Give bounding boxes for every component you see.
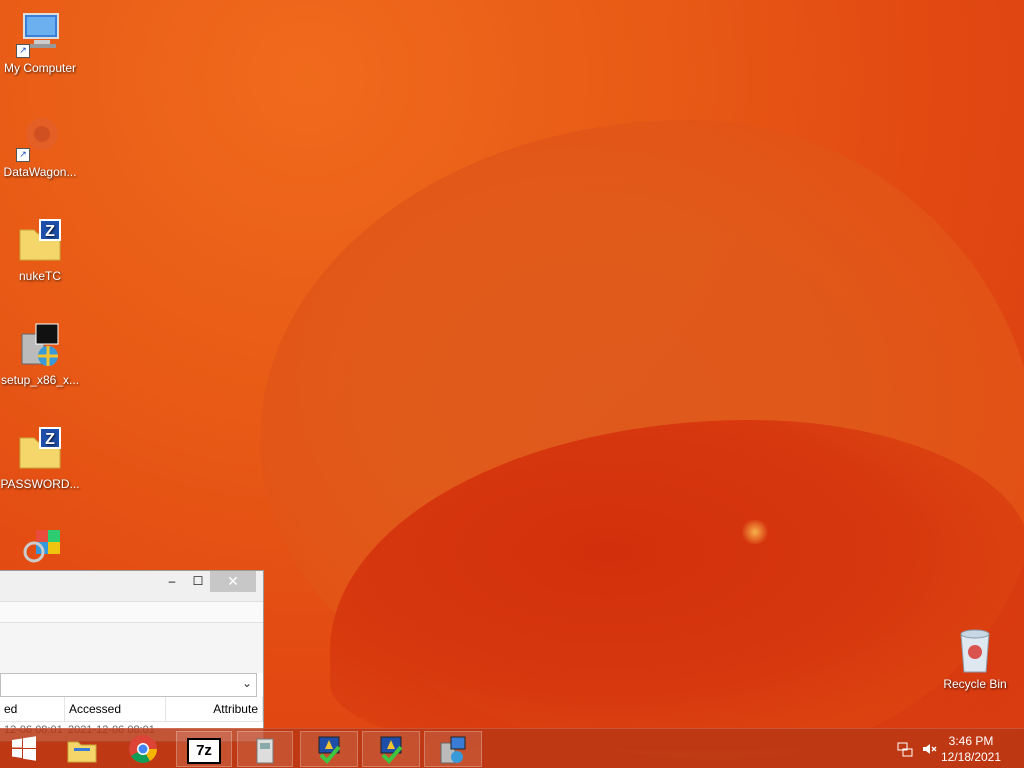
window-toolbar [0, 601, 263, 623]
clock-date: 12/18/2021 [940, 750, 1002, 764]
chrome-icon [129, 735, 157, 763]
desktop-icon-my-computer[interactable]: ↗ My Computer [0, 10, 80, 75]
network-icon[interactable] [897, 741, 917, 768]
chevron-down-icon[interactable]: ⌄ [242, 676, 252, 690]
desktop-icon-nuketc[interactable]: Z nukeTC [0, 218, 80, 283]
svg-text:Z: Z [45, 223, 55, 240]
clock-time: 3:46 PM [948, 734, 994, 748]
file-explorer-icon [67, 741, 97, 763]
desktop-icon-label: DataWagon... [3, 165, 77, 179]
desktop-icon-label: nukeTC [18, 269, 62, 283]
desktop-icon-password[interactable]: Z PASSWORD... [0, 426, 80, 491]
taskbar-installer-2[interactable] [362, 731, 420, 767]
desktop-icon-setup[interactable]: setup_x86_x... [0, 322, 80, 387]
minimize-button[interactable]: – [164, 571, 180, 592]
desktop-icon-label: My Computer [3, 61, 77, 75]
column-header-modified[interactable]: ed [0, 697, 65, 721]
column-header-attribute[interactable]: Attribute [166, 697, 263, 721]
installer-icon [380, 736, 403, 764]
column-headers: ed Accessed Attribute [0, 697, 263, 722]
setup-icon [440, 736, 466, 764]
taskbar-installer-1[interactable] [300, 731, 358, 767]
window-panel [0, 623, 263, 673]
taskbar-7zip[interactable]: 7z [176, 731, 232, 767]
recycle-bin-label: Recycle Bin [943, 677, 1007, 691]
desktop-icon-datawagon[interactable]: ↗ DataWagon... [0, 114, 80, 179]
installer-icon [16, 322, 64, 370]
window-titlebar[interactable]: – ☐ ✕ [0, 571, 263, 601]
file-manager-window[interactable]: – ☐ ✕ ⌄ ed Accessed Attribute 12-06 08:0… [0, 570, 264, 742]
column-header-accessed[interactable]: Accessed [65, 697, 166, 721]
7zip-icon: 7z [187, 738, 221, 764]
installer-icon [318, 736, 341, 764]
computer-icon: ↗ [16, 10, 64, 58]
clock[interactable]: 3:46 PM 12/18/2021 [936, 729, 1006, 768]
app-icon: ↗ [16, 114, 64, 162]
start-icon [12, 736, 36, 761]
wallpaper-glow [740, 520, 770, 544]
app-icon [256, 738, 274, 764]
maximize-button[interactable]: ☐ [190, 571, 206, 592]
zip-folder-icon: Z [16, 218, 64, 266]
close-button[interactable]: ✕ [210, 571, 256, 592]
taskbar-app[interactable] [237, 731, 293, 767]
taskbar-file-explorer[interactable] [55, 731, 109, 767]
recycle-bin-icon [940, 628, 1010, 677]
search-windows-icon [16, 528, 64, 576]
start-button[interactable] [0, 731, 48, 767]
desktop-icon-label: setup_x86_x... [0, 373, 80, 387]
desktop-icon-label: PASSWORD... [0, 477, 80, 491]
zip-folder-icon: Z [16, 426, 64, 474]
taskbar-setup[interactable] [424, 731, 482, 767]
taskbar: 7z 3:46 PM 12/18/2021 [0, 728, 1024, 768]
address-combo[interactable]: ⌄ [0, 673, 257, 697]
taskbar-chrome[interactable] [116, 731, 170, 767]
svg-text:Z: Z [45, 431, 55, 448]
desktop-icon-recycle-bin[interactable]: Recycle Bin [940, 628, 1010, 691]
